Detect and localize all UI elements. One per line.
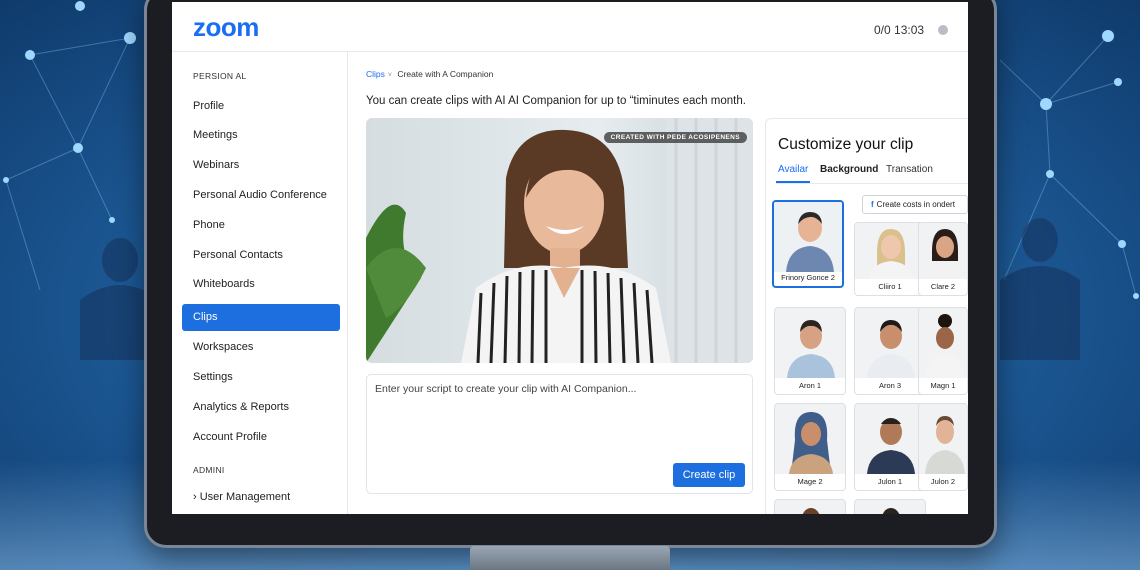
main-content: Clips ˅ Create with A Companion You can c… — [349, 52, 968, 514]
avatar-card[interactable] — [854, 499, 926, 514]
avatar-name: Clare 2 — [930, 282, 956, 291]
avatar-name: Aron 3 — [878, 381, 902, 390]
video-tag-badge: CREATED WITH PEDE ACOSIPENENS — [603, 132, 747, 143]
breadcrumb-current: Create with A Companion — [397, 69, 494, 79]
avatar-image — [775, 308, 845, 378]
sidebar-item-user-management[interactable]: › User Management — [182, 484, 340, 511]
avatar-image — [919, 223, 967, 279]
sidebar-item-phone[interactable]: Phone — [182, 212, 340, 239]
avatar-image — [775, 500, 845, 514]
avatar-name: Frinory Gonce 2 — [781, 273, 835, 282]
sidebar-item-workspaces[interactable]: Workspaces — [182, 334, 340, 361]
tab-transation[interactable]: Transation — [886, 164, 933, 175]
zoom-logo[interactable]: zoom — [193, 12, 259, 43]
sidebar: PERSION AL Profile Meetings Webinars Per… — [172, 52, 348, 514]
avatar-image — [855, 308, 925, 378]
tab-background[interactable]: Background — [820, 164, 878, 175]
presenter-image — [366, 118, 753, 363]
script-placeholder: Enter your script to create your clip wi… — [375, 383, 637, 395]
avatar-card[interactable]: Julon 2 — [918, 403, 968, 491]
sidebar-item-personal-audio-conference[interactable]: Personal Audio Conference — [182, 182, 340, 209]
breadcrumb-clips-link[interactable]: Clips — [366, 69, 385, 79]
customize-panel: Customize your clip Availar Background T… — [765, 118, 968, 514]
breadcrumb: Clips ˅ Create with A Companion — [366, 69, 493, 79]
clock-text: 0/0 13:03 — [874, 23, 925, 37]
monitor-stand — [470, 546, 670, 570]
avatar-name: Cliiro 1 — [878, 282, 902, 291]
avatar-name: Aron 1 — [798, 381, 822, 390]
avatar-image — [919, 404, 967, 474]
avatar-card[interactable]: Cliiro 1 — [854, 222, 926, 296]
avatar-image — [855, 500, 925, 514]
avatar-name: Magn 1 — [930, 381, 956, 390]
avatar-card[interactable]: Julon 1 — [854, 403, 926, 491]
clip-video-preview[interactable]: CREATED WITH PEDE ACOSIPENENS — [366, 118, 753, 363]
avatar-card[interactable]: Magn 1 — [918, 307, 968, 395]
script-input[interactable]: Enter your script to create your clip wi… — [366, 374, 753, 494]
active-tab-indicator — [776, 181, 810, 183]
avatar-name: Julon 1 — [877, 477, 903, 486]
panel-title: Customize your clip — [778, 136, 914, 153]
avatar-image — [775, 404, 845, 474]
sidebar-section-admin: ADMINI — [193, 465, 225, 475]
create-costs-button[interactable]: f Create costs in ondert — [862, 195, 968, 214]
sidebar-item-analytics-reports[interactable]: Analytics & Reports — [182, 394, 340, 421]
tab-divider — [776, 183, 968, 184]
avatar-image — [855, 223, 925, 279]
avatar-name: Julon 2 — [930, 477, 956, 486]
sidebar-item-whiteboards[interactable]: Whiteboards — [182, 271, 340, 298]
create-costs-label: Create costs in ondert — [876, 200, 955, 209]
facebook-icon: f — [871, 200, 874, 209]
status-dot-icon[interactable] — [938, 25, 948, 35]
sidebar-item-clips[interactable]: Clips — [182, 304, 340, 331]
sidebar-item-settings[interactable]: Settings — [182, 364, 340, 391]
sidebar-item-account-profile[interactable]: Account Profile — [182, 424, 340, 451]
top-bar: zoom 0/0 13:03 — [172, 2, 968, 52]
avatar-card[interactable]: Frinory Gonce 2 — [772, 200, 844, 288]
avatar-name: Mage 2 — [797, 477, 823, 486]
chevron-down-icon: ˅ — [387, 72, 392, 79]
sidebar-item-personal-contacts[interactable]: Personal Contacts — [182, 242, 340, 269]
sidebar-item-meetings[interactable]: Meetings — [182, 122, 340, 149]
tab-availar[interactable]: Availar — [778, 164, 808, 175]
sidebar-item-profile[interactable]: Profile — [182, 93, 340, 120]
sidebar-item-label: User Management — [199, 491, 291, 503]
chevron-right-icon: › — [193, 491, 200, 503]
intro-text: You can create clips with AI AI Companio… — [366, 95, 746, 107]
avatar-card[interactable] — [774, 499, 846, 514]
sidebar-section-personal: PERSION AL — [193, 71, 247, 81]
app-window: zoom 0/0 13:03 PERSION AL Profile Meetin… — [172, 2, 968, 514]
avatar-card[interactable]: Aron 3 — [854, 307, 926, 395]
avatar-image — [919, 308, 967, 378]
sidebar-item-webinars[interactable]: Webinars — [182, 152, 340, 179]
avatar-image — [855, 404, 925, 474]
avatar-card[interactable]: Mage 2 — [774, 403, 846, 491]
create-clip-button[interactable]: Create clip — [673, 463, 745, 487]
avatar-image — [774, 202, 842, 272]
avatar-card[interactable]: Clare 2 — [918, 222, 968, 296]
avatar-card[interactable]: Aron 1 — [774, 307, 846, 395]
